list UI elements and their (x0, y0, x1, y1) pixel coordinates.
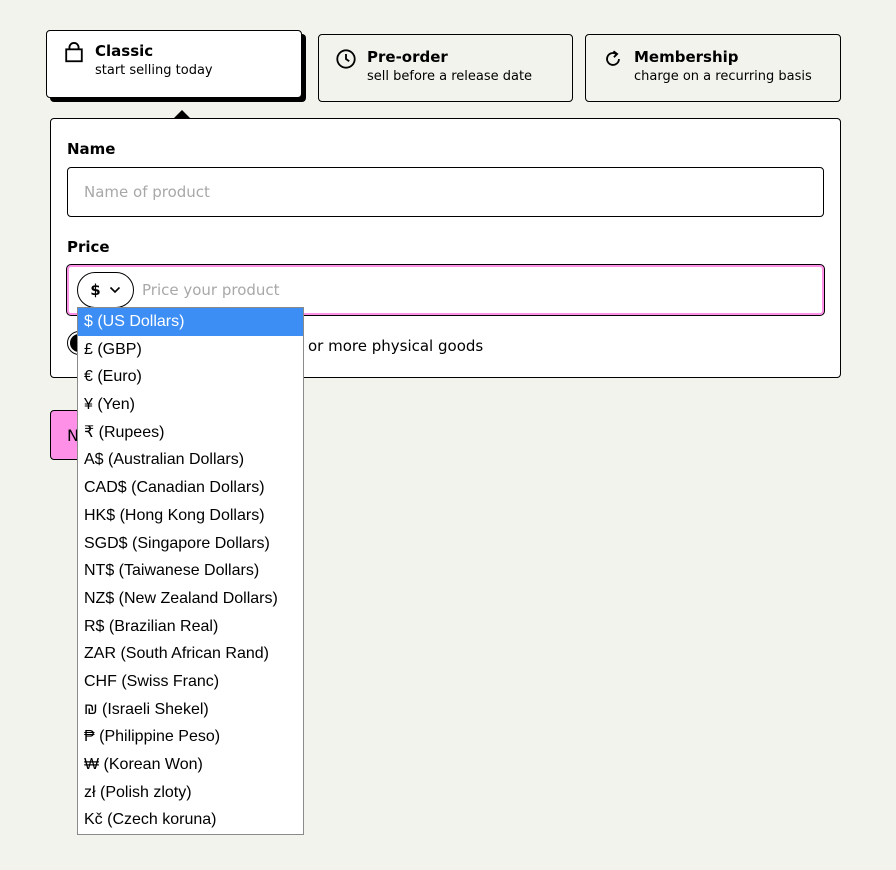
currency-option[interactable]: Kč (Czech koruna) (78, 806, 303, 834)
shopping-bag-icon (65, 42, 83, 63)
name-label: Name (67, 140, 116, 158)
price-label: Price (67, 238, 110, 256)
currency-option[interactable]: NT$ (Taiwanese Dollars) (78, 557, 303, 585)
currency-option[interactable]: $ (US Dollars) (78, 308, 303, 336)
product-type-title: Pre-order (367, 48, 448, 66)
product-type-membership[interactable]: Membership charge on a recurring basis (585, 34, 841, 102)
currency-option[interactable]: R$ (Brazilian Real) (78, 613, 303, 641)
currency-option[interactable]: ₪ (Israeli Shekel) (78, 696, 303, 724)
currency-option[interactable]: A$ (Australian Dollars) (78, 446, 303, 474)
product-type-title: Classic (95, 42, 154, 60)
chevron-down-icon (109, 286, 120, 294)
name-placeholder: Name of product (84, 183, 210, 201)
product-type-subtitle: sell before a release date (367, 69, 533, 84)
refresh-icon (606, 50, 620, 66)
currency-dropdown-list[interactable]: $ (US Dollars) £ (GBP) € (Euro) ¥ (Yen) … (77, 307, 304, 835)
currency-option[interactable]: € (Euro) (78, 363, 303, 391)
price-placeholder: Price your product (142, 281, 280, 299)
currency-option[interactable]: zł (Polish zloty) (78, 779, 303, 807)
currency-option[interactable]: £ (GBP) (78, 336, 303, 364)
currency-option[interactable]: SGD$ (Singapore Dollars) (78, 530, 303, 558)
currency-option[interactable]: NZ$ (New Zealand Dollars) (78, 585, 303, 613)
physical-goods-label-text: e or more physical goods (294, 337, 484, 355)
currency-option[interactable]: HK$ (Hong Kong Dollars) (78, 502, 303, 530)
currency-option[interactable]: CHF (Swiss Franc) (78, 668, 303, 696)
product-type-classic[interactable]: Classic start selling today (46, 30, 302, 98)
product-type-subtitle: charge on a recurring basis (634, 69, 812, 84)
product-type-title: Membership (634, 48, 739, 66)
currency-option[interactable]: ₹ (Rupees) (78, 419, 303, 447)
currency-option[interactable]: CAD$ (Canadian Dollars) (78, 474, 303, 502)
currency-option[interactable]: ZAR (South African Rand) (78, 640, 303, 668)
product-type-preorder[interactable]: Pre-order sell before a release date (318, 34, 573, 102)
clock-icon (336, 49, 356, 69)
currency-option[interactable]: ¥ (Yen) (78, 391, 303, 419)
currency-symbol: $ (90, 281, 101, 299)
currency-select[interactable]: $ (77, 272, 134, 308)
product-type-subtitle: start selling today (95, 63, 213, 78)
name-input[interactable]: Name of product (67, 167, 824, 217)
currency-option[interactable]: ₩ (Korean Won) (78, 751, 303, 779)
currency-option[interactable]: ₱ (Philippine Peso) (78, 723, 303, 751)
